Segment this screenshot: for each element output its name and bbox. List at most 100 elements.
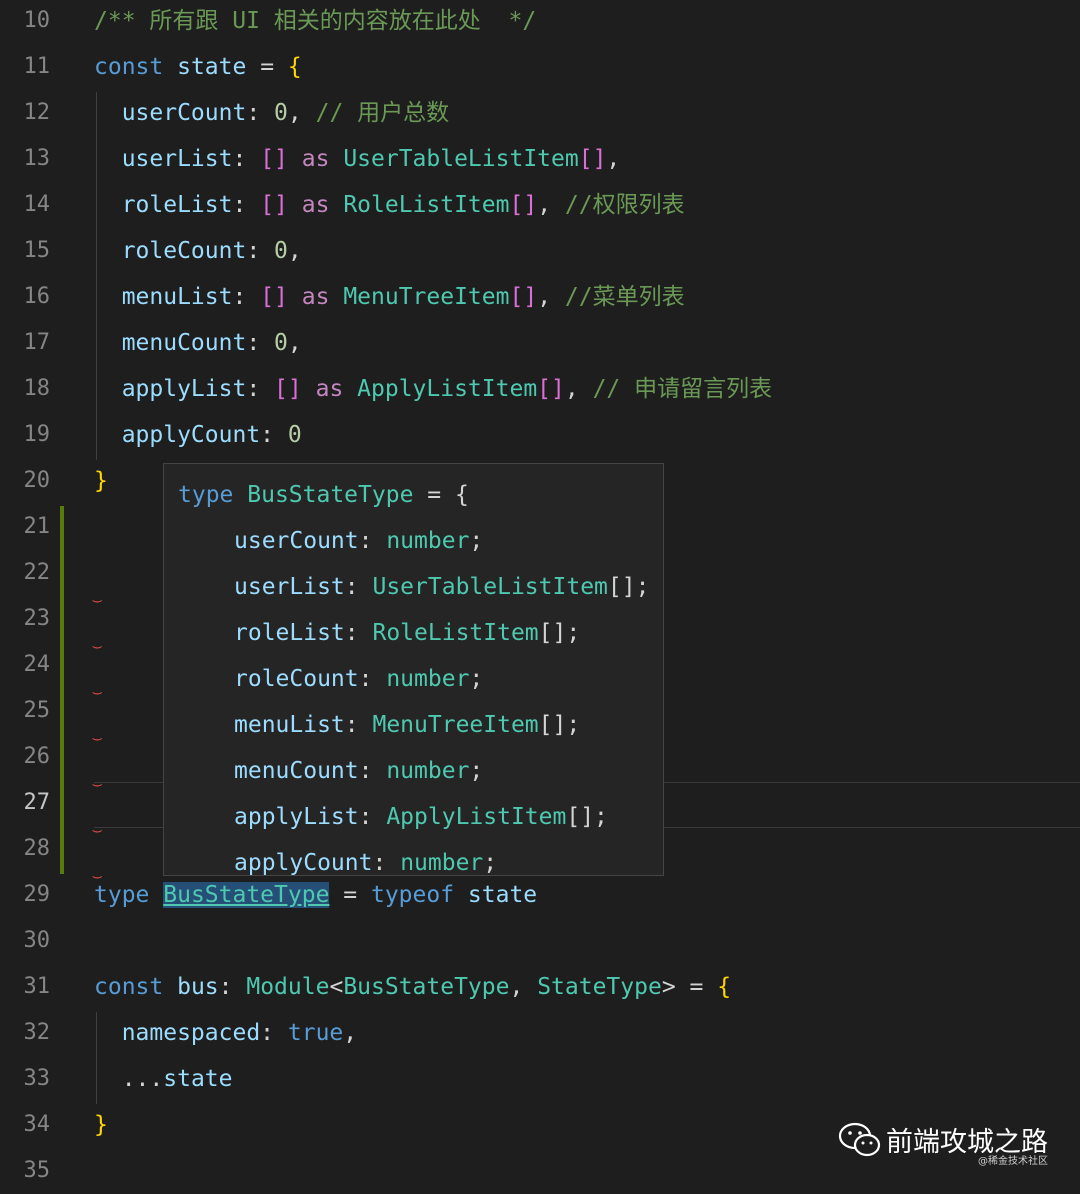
code-line[interactable]: 10 /** 所有跟 UI 相关的内容放在此处 */	[0, 0, 1080, 44]
hover-line: userCount: number;	[234, 518, 483, 564]
hover-line: applyList: ApplyListItem[];	[234, 794, 608, 840]
code-token: }	[94, 468, 108, 494]
line-number: 27	[23, 790, 51, 815]
line-number: 34	[23, 1112, 51, 1137]
code-token: bus	[177, 974, 219, 1000]
code-token: /** 所有跟 UI 相关的内容放在此处 */	[94, 8, 537, 34]
code-token: namespaced	[94, 1020, 261, 1046]
hover-token: userCount	[234, 528, 359, 554]
hover-token: [];	[538, 620, 581, 646]
code-token: applyList	[94, 376, 247, 402]
code-line[interactable]: 13 userList: [] as UserTableListItem[],	[0, 136, 1080, 182]
line-number: 32	[23, 1020, 51, 1045]
line-code: roleList: [] as RoleListItem[], //权限列表	[94, 182, 685, 228]
hover-token: = {	[413, 482, 469, 508]
hover-token: type	[178, 482, 234, 508]
code-token: :	[246, 100, 275, 126]
code-token: > =	[661, 974, 718, 1000]
code-token: :	[232, 192, 261, 218]
hover-token: ;	[469, 528, 484, 554]
hover-token: number	[386, 666, 470, 692]
error-squiggle: ‿	[93, 771, 102, 787]
hover-token: BusStateType	[247, 482, 414, 508]
code-token: // 用户总数	[315, 100, 450, 126]
line-code: applyCount: 0	[94, 412, 302, 458]
code-line[interactable]: 14 roleList: [] as RoleListItem[], //权限列…	[0, 182, 1080, 228]
line-number: 18	[23, 376, 51, 401]
hover-token: ApplyListItem	[386, 804, 567, 830]
line-number: 28	[23, 836, 51, 861]
code-token: as	[301, 146, 330, 172]
hover-line: applyCount: number;	[234, 840, 497, 875]
line-code: }	[94, 458, 108, 504]
code-token: []	[509, 192, 538, 218]
line-number: 25	[23, 698, 51, 723]
code-token: MenuTreeItem	[343, 284, 510, 310]
code-line[interactable]: 31 const bus: Module<BusStateType, StateT…	[0, 964, 1080, 1010]
error-squiggle: ‿	[93, 633, 102, 649]
code-line[interactable]: 33 ...state	[0, 1056, 1080, 1102]
code-line[interactable]: 18 applyList: [] as ApplyListItem[], // …	[0, 366, 1080, 412]
code-line[interactable]: 19 applyCount: 0	[0, 412, 1080, 458]
code-token: 0	[274, 100, 288, 126]
code-token: {	[287, 54, 302, 80]
hover-line: roleList: RoleListItem[];	[234, 610, 580, 656]
code-line[interactable]: 29 type BusStateType = typeof state	[0, 872, 1080, 918]
code-token: applyCount	[94, 422, 261, 448]
code-token: // 申请留言列表	[592, 376, 773, 402]
code-line[interactable]: 32 namespaced: true,	[0, 1010, 1080, 1056]
hover-token: UserTableListItem	[372, 574, 608, 600]
hover-token: [];	[607, 574, 650, 600]
code-token: ,	[287, 238, 302, 264]
code-line[interactable]: 30	[0, 918, 1080, 964]
code-token: :	[232, 146, 261, 172]
code-token: ApplyListItem	[357, 376, 538, 402]
code-token: state	[177, 54, 247, 80]
line-code: applyList: [] as ApplyListItem[], // 申请留…	[94, 366, 772, 412]
code-line[interactable]: 11 const state = {	[0, 44, 1080, 90]
code-token: []	[509, 284, 538, 310]
code-token: :	[260, 1020, 288, 1046]
code-token: RoleListItem	[343, 192, 510, 218]
hover-token: ;	[469, 758, 484, 784]
code-token: const	[94, 974, 164, 1000]
code-line[interactable]: 16 menuList: [] as MenuTreeItem[], //菜单列…	[0, 274, 1080, 320]
line-code: userCount: 0, // 用户总数	[94, 90, 449, 136]
code-token: ,	[537, 284, 565, 310]
hover-token: number	[386, 758, 470, 784]
line-number: 10	[23, 8, 51, 33]
code-token: as	[301, 284, 330, 310]
code-token: <	[329, 974, 344, 1000]
code-line[interactable]: 15 roleCount: 0,	[0, 228, 1080, 274]
hover-token	[233, 482, 247, 508]
code-token: []	[260, 146, 288, 172]
hover-token: [];	[538, 712, 581, 738]
error-squiggle: ‿	[93, 587, 102, 603]
code-token: []	[260, 284, 288, 310]
code-token: typeof	[370, 882, 455, 908]
code-token: :	[232, 284, 261, 310]
code-token: userCount	[94, 100, 247, 126]
hover-token: menuCount	[234, 758, 359, 784]
code-line[interactable]: 12 userCount: 0, // 用户总数	[0, 90, 1080, 136]
code-token: :	[218, 974, 247, 1000]
code-line[interactable]: 17 menuCount: 0,	[0, 320, 1080, 366]
code-token: as	[315, 376, 344, 402]
code-token: :	[246, 330, 275, 356]
hover-line: userList: UserTableListItem[];	[234, 564, 649, 610]
code-token: :	[246, 376, 275, 402]
code-token: type	[94, 882, 150, 908]
line-number: 21	[23, 514, 51, 539]
line-number: 17	[23, 330, 51, 355]
code-editor[interactable]: 10 /** 所有跟 UI 相关的内容放在此处 */ 11 const state =…	[0, 0, 1080, 1187]
hover-line: menuCount: number;	[234, 748, 483, 794]
hover-token: ;	[469, 666, 484, 692]
line-code: }	[94, 1102, 108, 1148]
code-token: roleList	[94, 192, 233, 218]
code-token: 0	[287, 422, 302, 448]
